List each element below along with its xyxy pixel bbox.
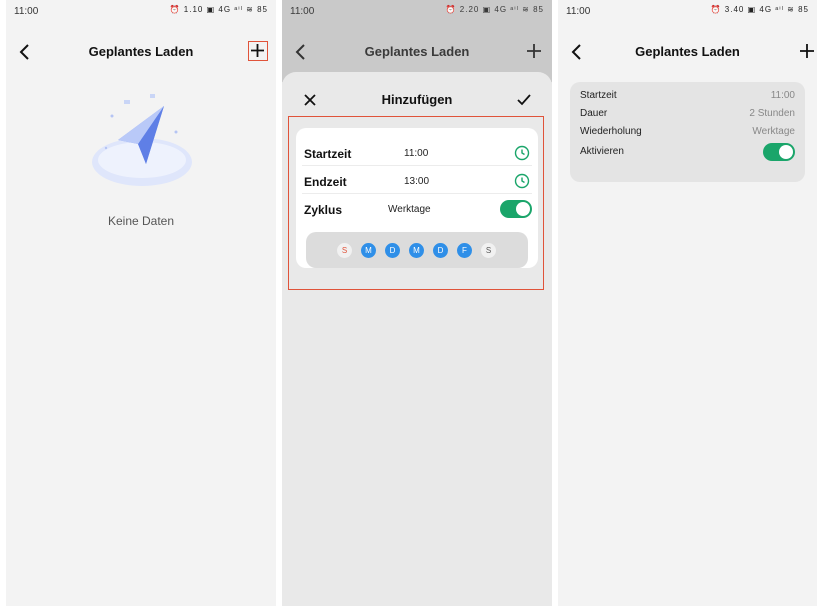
cycle-row: Zyklus Werktage xyxy=(296,196,538,222)
weekday-selector: S M D M D F S xyxy=(306,232,528,268)
plus-icon xyxy=(251,44,264,57)
day-sunday[interactable]: S xyxy=(337,243,352,258)
card-row-start: Startzeit 11:00 xyxy=(580,86,795,106)
duration-value: 2 Stunden xyxy=(749,108,795,119)
row-divider xyxy=(302,193,532,194)
repeat-value: Werktage xyxy=(752,126,795,137)
check-icon xyxy=(517,94,531,106)
screen-empty: 11:00 ⏰ 1.10 ▣ 4G ᵃⁱˡ ≋ 85 Geplantes Lad… xyxy=(6,0,276,606)
status-time: 11:00 xyxy=(290,6,315,17)
nav-bar: Geplantes Laden xyxy=(6,38,276,66)
repeat-label: Wiederholung xyxy=(580,126,642,137)
cycle-value: Werktage xyxy=(388,204,431,215)
add-sheet: Hinzufügen Startzeit 11:00 Endzeit 13:00 xyxy=(282,72,552,606)
cycle-label: Zyklus xyxy=(304,203,343,217)
day-friday[interactable]: F xyxy=(457,243,472,258)
day-thursday[interactable]: D xyxy=(433,243,448,258)
empty-state-text: Keine Daten xyxy=(107,214,175,228)
status-time: 11:00 xyxy=(566,6,591,17)
row-divider xyxy=(302,165,532,166)
day-monday[interactable]: M xyxy=(361,243,376,258)
schedule-card[interactable]: Startzeit 11:00 Dauer 2 Stunden Wiederho… xyxy=(570,82,805,182)
start-time-label: Startzeit xyxy=(304,147,352,161)
card-row-repeat: Wiederholung Werktage xyxy=(580,122,795,142)
end-time-value[interactable]: 13:00 xyxy=(404,176,429,187)
page-title: Geplantes Laden xyxy=(635,44,740,59)
status-time: 11:00 xyxy=(14,6,39,17)
add-button[interactable] xyxy=(248,41,268,61)
screen-schedule-list: 11:00 ⏰ 3.40 ▣ 4G ᵃⁱˡ ≋ 85 Geplantes Lad… xyxy=(558,0,817,606)
toggle-knob xyxy=(779,145,793,159)
paper-plane-icon xyxy=(92,94,192,186)
plus-icon xyxy=(527,44,541,58)
status-icons: ⏰ 1.10 ▣ 4G ᵃⁱˡ ≋ 85 xyxy=(169,5,268,14)
schedule-form: Startzeit 11:00 Endzeit 13:00 Zyklus Wer… xyxy=(296,128,538,268)
day-wednesday[interactable]: M xyxy=(409,243,424,258)
end-time-label: Endzeit xyxy=(304,175,347,189)
confirm-button[interactable] xyxy=(516,92,532,108)
clock-icon[interactable] xyxy=(514,173,530,189)
start-time-label: Startzeit xyxy=(580,90,617,101)
status-bar: 11:00 ⏰ 3.40 ▣ 4G ᵃⁱˡ ≋ 85 xyxy=(558,0,817,22)
day-tuesday[interactable]: D xyxy=(385,243,400,258)
status-bar: 11:00 ⏰ 2.20 ▣ 4G ᵃⁱˡ ≋ 85 xyxy=(282,0,552,22)
end-time-row[interactable]: Endzeit 13:00 xyxy=(296,168,538,194)
empty-illustration xyxy=(88,88,196,192)
page-title: Geplantes Laden xyxy=(364,44,470,59)
status-icons: ⏰ 3.40 ▣ 4G ᵃⁱˡ ≋ 85 xyxy=(710,5,809,14)
sheet-header: Hinzufügen xyxy=(282,90,552,112)
status-bar: 11:00 ⏰ 1.10 ▣ 4G ᵃⁱˡ ≋ 85 xyxy=(6,0,276,22)
sheet-title: Hinzufügen xyxy=(381,92,453,107)
status-icons: ⏰ 2.20 ▣ 4G ᵃⁱˡ ≋ 85 xyxy=(445,5,544,14)
nav-bar: Geplantes Laden xyxy=(558,38,817,66)
clock-icon[interactable] xyxy=(514,145,530,161)
duration-label: Dauer xyxy=(580,108,608,119)
toggle-knob xyxy=(516,202,530,216)
day-saturday[interactable]: S xyxy=(481,243,496,258)
screen-add: 11:00 ⏰ 2.20 ▣ 4G ᵃⁱˡ ≋ 85 Geplantes Lad… xyxy=(282,0,552,606)
activate-label: Aktivieren xyxy=(580,146,624,157)
add-button[interactable] xyxy=(797,41,817,61)
start-time-row[interactable]: Startzeit 11:00 xyxy=(296,140,538,166)
page-title: Geplantes Laden xyxy=(88,44,194,59)
activate-toggle[interactable] xyxy=(763,143,795,161)
card-row-activate: Aktivieren xyxy=(580,142,795,162)
plus-icon xyxy=(800,44,814,58)
cycle-toggle[interactable] xyxy=(500,200,532,218)
card-row-duration: Dauer 2 Stunden xyxy=(580,104,795,124)
nav-bar: Geplantes Laden xyxy=(282,38,552,66)
add-button[interactable] xyxy=(524,41,544,61)
start-time-value: 11:00 xyxy=(770,90,795,101)
start-time-value[interactable]: 11:00 xyxy=(404,148,428,159)
